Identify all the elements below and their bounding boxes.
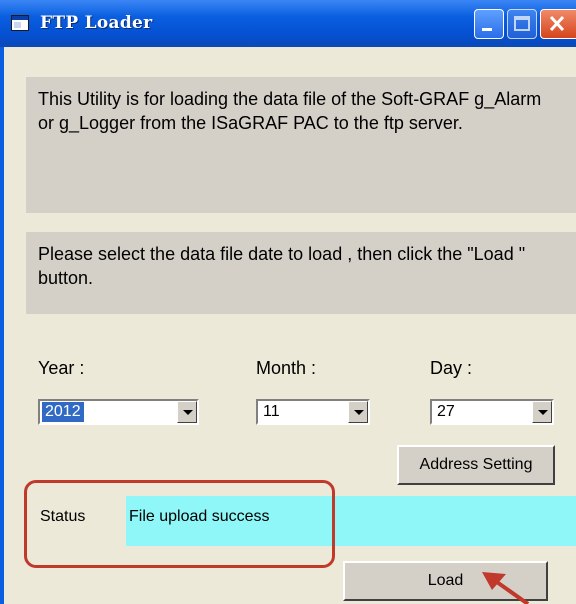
title-bar[interactable]: FTP Loader	[0, 0, 576, 47]
month-select-value: 11	[263, 403, 280, 420]
year-label: Year :	[38, 358, 85, 378]
chevron-down-icon[interactable]	[177, 401, 197, 423]
pointer-arrow-icon	[482, 572, 530, 604]
app-window-icon	[11, 15, 29, 31]
chevron-down-icon[interactable]	[532, 401, 552, 423]
maximize-button[interactable]	[507, 9, 537, 39]
chevron-down-icon[interactable]	[348, 401, 368, 423]
month-label: Month :	[256, 358, 317, 378]
minimize-button[interactable]	[474, 9, 504, 39]
year-select[interactable]: 2012	[38, 399, 199, 425]
status-highlight-annotation	[24, 480, 335, 568]
window-title: FTP Loader	[40, 13, 153, 33]
utility-description: This Utility is for loading the data fil…	[38, 89, 542, 133]
month-select[interactable]: 11	[256, 399, 370, 425]
close-button[interactable]	[540, 9, 576, 39]
day-select[interactable]: 27	[430, 399, 554, 425]
instruction-text: Please select the data file date to load…	[38, 244, 526, 288]
minimize-icon	[482, 28, 492, 31]
address-setting-button[interactable]: Address Setting	[397, 445, 555, 485]
day-label: Day :	[430, 358, 473, 378]
ftp-loader-window: FTP Loader This Utility is for loading t…	[0, 0, 576, 604]
maximize-icon	[514, 16, 530, 31]
day-select-value: 27	[437, 403, 455, 420]
year-select-value: 2012	[42, 402, 84, 422]
close-icon	[549, 15, 565, 32]
